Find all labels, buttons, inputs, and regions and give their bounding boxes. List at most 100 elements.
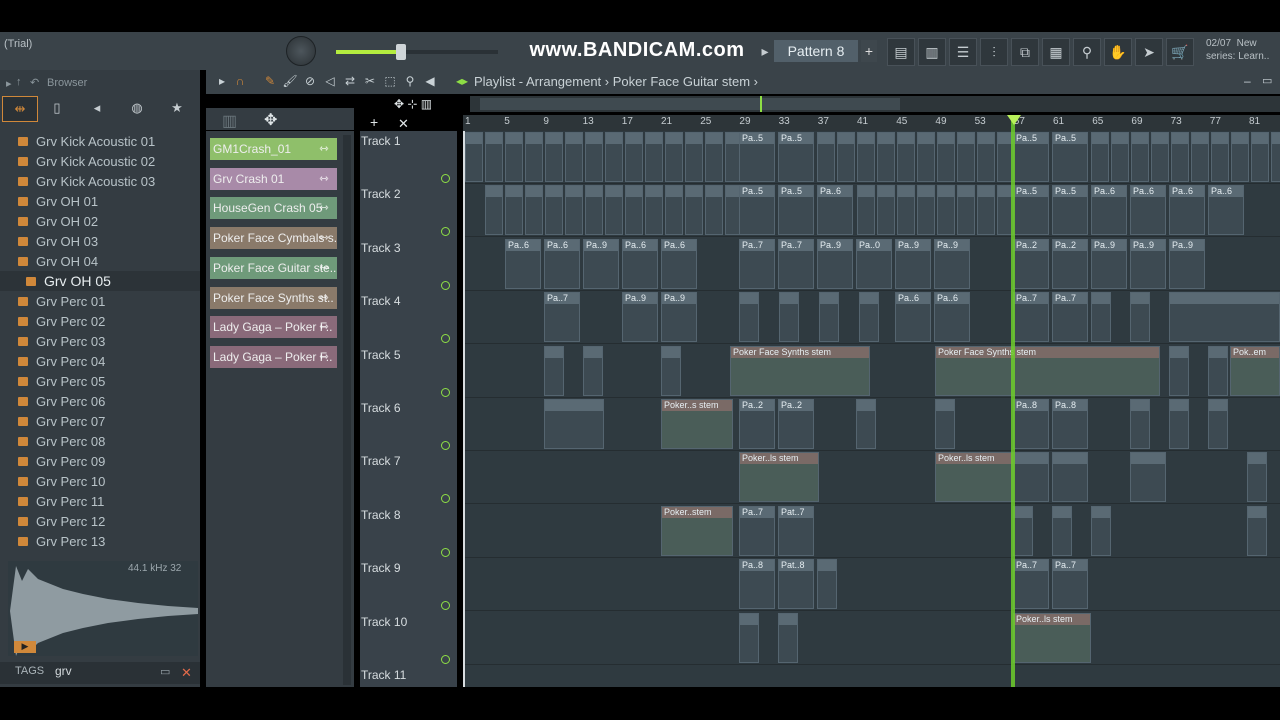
playlist-clip[interactable] [957,132,975,182]
playlist-clip[interactable] [837,132,855,182]
tab-speaker-icon[interactable]: ◂ [80,96,114,120]
playlist-clip[interactable] [897,132,915,182]
browser-item[interactable]: Grv OH 01 [0,191,200,211]
playlist-clip[interactable] [977,185,995,236]
playlist-clip[interactable]: Poker..ls stem [935,452,1015,503]
playlist-clip[interactable]: Poker..ls stem [739,452,819,503]
browser-item[interactable]: Grv Perc 04 [0,351,200,371]
channel-button[interactable]: HouseGen Crash 05 ⇿ [210,197,337,220]
playlist-clip[interactable] [917,185,935,236]
playlist-clip[interactable]: Pa..8 [1013,399,1049,449]
playlist-clip[interactable] [1151,132,1169,182]
playlist-clip[interactable] [525,132,543,182]
project-browser-icon[interactable]: ▦ [1042,38,1070,66]
playlist-clip[interactable]: Poker..stem [661,505,733,556]
menu-arrow-icon[interactable]: ▸ [214,74,230,90]
playlist-clip[interactable] [665,132,683,182]
playlist-clip[interactable] [1111,132,1129,182]
playlist-clip[interactable] [1231,132,1249,182]
playlist-clip[interactable] [1052,452,1088,503]
playlist-clip[interactable] [1091,292,1111,343]
track-header[interactable]: Track 2 [361,187,451,239]
browser-item[interactable]: Grv Perc 01 [0,291,200,311]
playlist-clip[interactable] [937,132,955,182]
playlist-clip[interactable]: Pa..9 [1091,238,1127,289]
browser-item[interactable]: Grv Perc 07 [0,411,200,431]
playlist-clip[interactable] [917,132,935,182]
playlist-clip[interactable] [1013,505,1033,556]
playlist-clip[interactable]: Pa..9 [661,292,697,343]
playlist-clip[interactable] [937,185,955,236]
playhead-marker-icon[interactable] [1007,115,1021,125]
playlist-clip[interactable]: Pa..9 [1130,238,1166,289]
playlist-clip[interactable]: Pa..8 [739,559,775,610]
delete-icon[interactable]: ⊘ [302,74,318,90]
playlist-clip[interactable] [1208,399,1228,449]
playlist-clip[interactable] [856,399,876,449]
playlist-clip[interactable] [1208,345,1228,396]
channel-button[interactable]: GM1Crash_01 ⇿ [210,138,337,160]
playlist-clip[interactable] [877,185,895,236]
playlist-clip[interactable] [625,185,643,236]
track-mute-indicator[interactable] [441,601,450,611]
send-icon[interactable]: ➤ [1135,38,1163,66]
playlist-clip[interactable] [465,132,483,182]
playlist-clip[interactable] [544,345,564,396]
playlist-clip[interactable] [857,132,875,182]
pattern-selector[interactable]: Pattern 8 [774,40,858,62]
playlist-clip[interactable] [859,292,879,343]
playlist-clip[interactable]: Pa..6 [505,238,541,289]
master-volume-knob[interactable] [286,36,316,66]
playlist-clip[interactable]: Pa..6 [1208,185,1244,236]
playlist-arrows-icon[interactable]: ◂▸ [454,74,470,90]
playlist-clip[interactable]: Pa..5 [778,185,814,236]
channel-scrollbar[interactable] [343,135,351,685]
playlist-clip[interactable] [1013,452,1049,503]
playlist-clip[interactable] [897,185,915,236]
playlist-clip[interactable]: Pa..6 [817,185,853,236]
playlist-clip[interactable] [661,345,681,396]
track-header[interactable]: Track 4 [361,294,451,346]
playlist-clip[interactable]: Pa..9 [1169,238,1205,289]
playlist-clip[interactable] [877,132,895,182]
close-track-icon[interactable]: ✕ [398,116,409,132]
playlist-clip[interactable]: Pa..7 [778,238,814,289]
playlist-clip[interactable] [565,185,583,236]
playlist-clip[interactable]: Pa..2 [739,399,775,449]
slider-thumb[interactable] [396,44,406,60]
track-mute-indicator[interactable] [441,441,450,450]
browser-item[interactable]: Grv Perc 06 [0,391,200,411]
browser-item[interactable]: Grv OH 02 [0,211,200,231]
playlist-clip[interactable]: Pa..5 [1013,185,1049,236]
playlist-clip[interactable] [625,132,643,182]
tab-files-icon[interactable]: ▯ [40,96,74,120]
playlist-clip[interactable] [505,132,523,182]
playlist-clip[interactable] [857,185,875,236]
playlist-clip[interactable] [685,132,703,182]
playlist-clip[interactable] [1211,132,1229,182]
timeline-ruler[interactable]: 1 5 9 13 17 21 25 29 33 37 41 45 49 53 57 61 65 69 73 77 81 [463,115,1280,131]
browser-item[interactable]: Grv OH 03 [0,231,200,251]
track-header[interactable]: Track 10 [361,615,451,667]
playlist-crumb[interactable]: Poker Face Guitar stem [613,74,750,89]
cart-icon[interactable]: 🛒 [1166,38,1194,66]
track-lane[interactable] [465,612,1280,665]
browser-item[interactable]: Grv Perc 02 [0,311,200,331]
browser-item[interactable]: Grv Perc 03 [0,331,200,351]
track-lane[interactable] [465,558,1280,612]
channel-rack-icon[interactable]: ☰ [949,38,977,66]
browser-item[interactable]: Grv OH 04 [0,251,200,271]
track-header[interactable]: Track 8 [361,508,451,560]
browser-item[interactable]: Grv Perc 09 [0,451,200,471]
playlist-clip[interactable] [485,185,503,236]
channel-button[interactable]: Grv Crash 01 ⇿ [210,167,337,190]
playlist-clip[interactable] [605,132,623,182]
playlist-clip[interactable] [705,185,723,236]
tab-all-icon[interactable]: ⇹ [2,96,38,122]
news-panel[interactable]: 02/07 New series: Learn.. [1206,37,1269,63]
mixer-icon[interactable]: ⫶ [980,38,1008,66]
playlist-clip[interactable]: Pa..9 [583,238,619,289]
playlist-clip[interactable]: Pa..9 [817,238,853,289]
playlist-clip[interactable]: Pa..7 [1052,292,1088,343]
browser-item[interactable]: Grv Kick Acoustic 03 [0,171,200,191]
